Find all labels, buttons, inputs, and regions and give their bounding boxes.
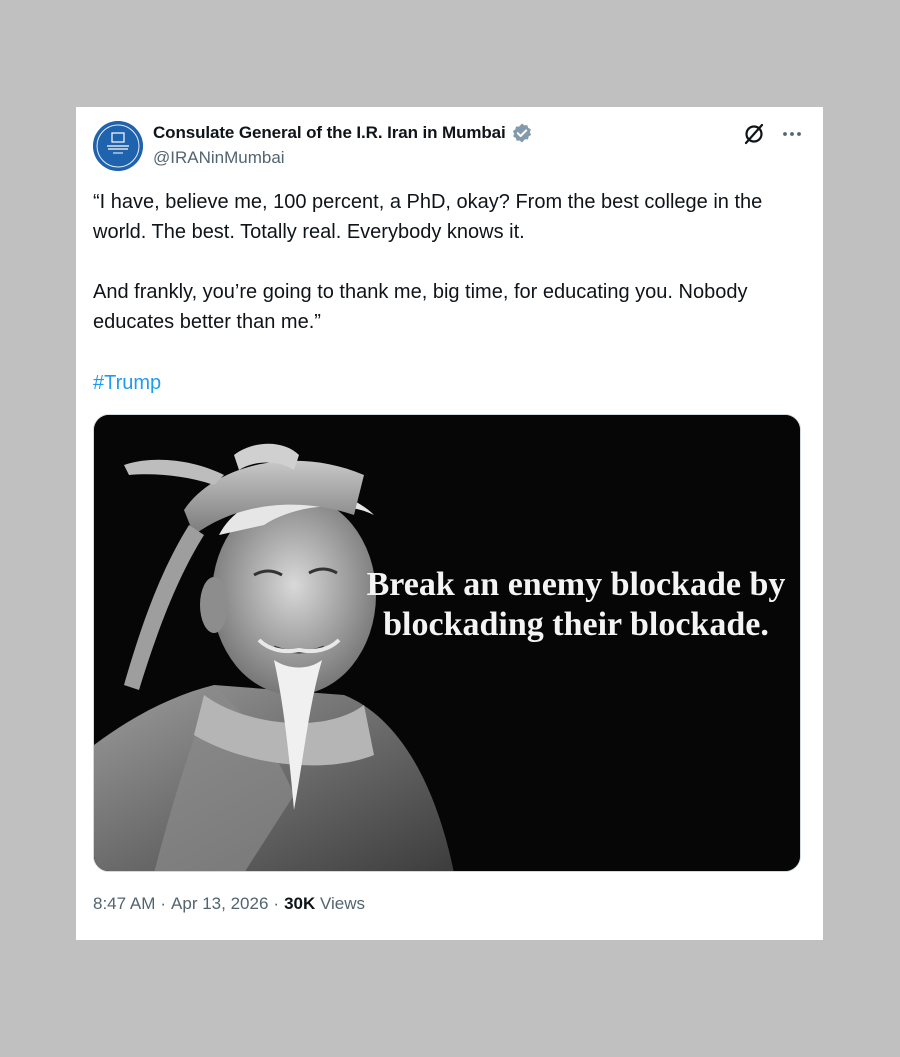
tweet-meta: 8:47 AM · Apr 13, 2026 · 30K Views: [93, 894, 365, 914]
views-stat[interactable]: 30K Views: [284, 894, 365, 914]
tweet-image[interactable]: Break an enemy blockade by blockading th…: [93, 414, 801, 872]
meta-separator: ·: [273, 894, 280, 913]
verified-badge-icon[interactable]: [511, 122, 533, 144]
top-actions: [741, 121, 805, 147]
handle[interactable]: @IRANinMumbai: [153, 148, 285, 168]
meta-separator: ·: [160, 894, 167, 913]
avatar[interactable]: [93, 121, 143, 171]
tweet-time[interactable]: 8:47 AM: [93, 894, 155, 914]
grok-icon[interactable]: [741, 121, 767, 147]
name-row: Consulate General of the I.R. Iran in Mu…: [153, 122, 533, 144]
views-label: Views: [320, 894, 366, 913]
consulate-seal-icon: [93, 121, 143, 171]
display-name[interactable]: Consulate General of the I.R. Iran in Mu…: [153, 123, 506, 143]
tweet-date[interactable]: Apr 13, 2026: [171, 894, 268, 914]
image-quote-text: Break an enemy blockade by blockading th…: [366, 566, 786, 643]
views-count: 30K: [284, 894, 316, 913]
more-icon[interactable]: [779, 121, 805, 147]
hashtag-link[interactable]: #Trump: [93, 368, 161, 398]
tweet-card: Consulate General of the I.R. Iran in Mu…: [76, 107, 823, 940]
tweet-text: “I have, believe me, 100 percent, a PhD,…: [93, 191, 763, 333]
